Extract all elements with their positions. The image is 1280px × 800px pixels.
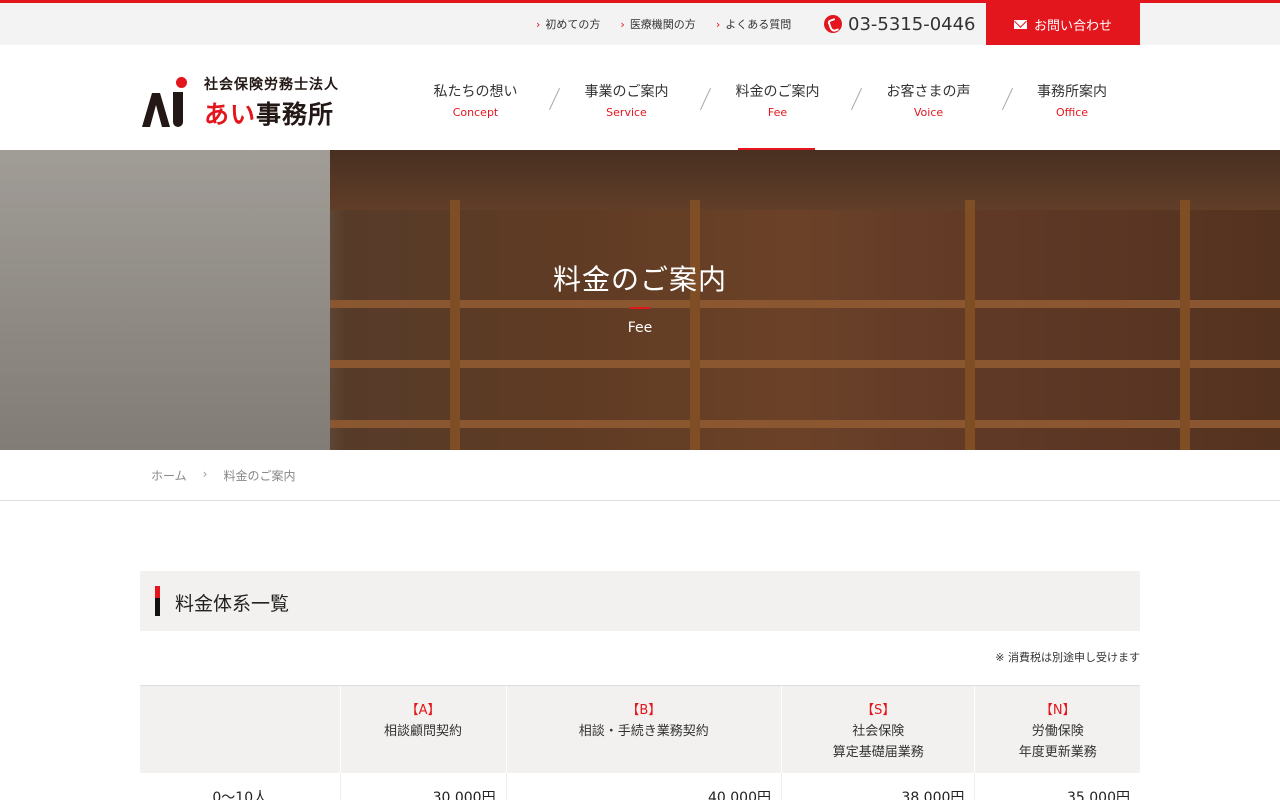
section-title: 料金体系一覧 [175, 593, 290, 615]
chevron-right-icon: › [202, 467, 208, 481]
top-utility-bar: › 初めての方 › 医療機関の方 › よくある質問 03-5315-0446 お問い合… [0, 0, 1280, 48]
title-underline [630, 307, 650, 309]
chevron-right-icon: › [620, 17, 625, 31]
global-nav: 私たちの想い Concept 事業のご案内 Service 料金のご案内 Fee… [400, 45, 1140, 150]
link-first-time[interactable]: › 初めての方 [536, 16, 600, 32]
hero-overlay [0, 150, 1280, 450]
table-header-s: 【S】 社会保険 算定基礎届業務 [780, 685, 975, 773]
nav-item-office[interactable]: 事務所案内 Office [1004, 45, 1140, 150]
table-header-b: 【B】 相談・手続き業務契約 [505, 685, 782, 773]
mail-icon [1013, 19, 1027, 29]
site-logo[interactable]: 社会保険労務士法人 あい事務所 [140, 74, 339, 131]
table-cell-headcount: 0〜10人 [212, 789, 268, 800]
page-title: 料金のご案内 [552, 263, 727, 296]
nav-item-service[interactable]: 事業のご案内 Service [551, 45, 712, 150]
section-heading: 料金体系一覧 [140, 571, 1140, 631]
breadcrumb-home[interactable]: ホーム [151, 467, 187, 484]
link-medical[interactable]: › 医療機関の方 [620, 16, 695, 32]
chevron-right-icon: › [536, 17, 541, 31]
chevron-right-icon: › [715, 17, 721, 31]
logo-mark-icon [140, 76, 190, 129]
table-cell-fee-s: 38,000円 [780, 772, 975, 800]
nav-item-concept[interactable]: 私たちの想い Concept [400, 45, 561, 150]
page-subtitle: Fee [627, 320, 653, 336]
table-cell-fee-n: 35,000円 [974, 772, 1140, 800]
page-hero: 料金のご案内 Fee [0, 150, 1280, 450]
site-header: 社会保険労務士法人 あい事務所 私たちの想い Concept 事業のご案内 Se… [0, 45, 1280, 150]
top-links: › 初めての方 › 医療機関の方 › よくある質問 [536, 3, 811, 45]
table-header-a: 【A】 相談顧問契約 [339, 685, 507, 773]
breadcrumb-current: 料金のご案内 [223, 469, 296, 483]
table-cell-fee-a: 30,000円 [339, 772, 507, 800]
phone-icon [824, 15, 842, 33]
link-faq[interactable]: › よくある質問 [716, 16, 791, 32]
heading-marker [155, 586, 160, 616]
nav-item-voice[interactable]: お客さまの声 Voice [853, 45, 1014, 150]
table-cell-fee-b: 40,000円 [505, 772, 782, 800]
breadcrumb: ホーム › 料金のご案内 [0, 450, 1280, 501]
table-header-row: 【A】 相談顧問契約 【B】 相談・手続き業務契約 【S】 社会保険 算定基礎届… [140, 685, 1140, 773]
nav-item-fee[interactable]: 料金のご案内 Fee [702, 45, 863, 150]
contact-button[interactable]: お問い合わせ [986, 0, 1140, 48]
logo-text: 社会保険労務士法人 あい事務所 [204, 77, 339, 129]
table-row: 0〜10人 30,000円 40,000円 38,000円 35,000円 [140, 772, 1140, 800]
fee-table: 【A】 相談顧問契約 【B】 相談・手続き業務契約 【S】 社会保険 算定基礎届… [140, 685, 1140, 800]
tax-note: ※ 消費税は別途申し受けます [995, 651, 1140, 664]
table-header-empty [140, 685, 340, 773]
phone-number[interactable]: 03-5315-0446 [824, 3, 976, 45]
table-header-n: 【N】 労働保険 年度更新業務 [974, 685, 1140, 773]
